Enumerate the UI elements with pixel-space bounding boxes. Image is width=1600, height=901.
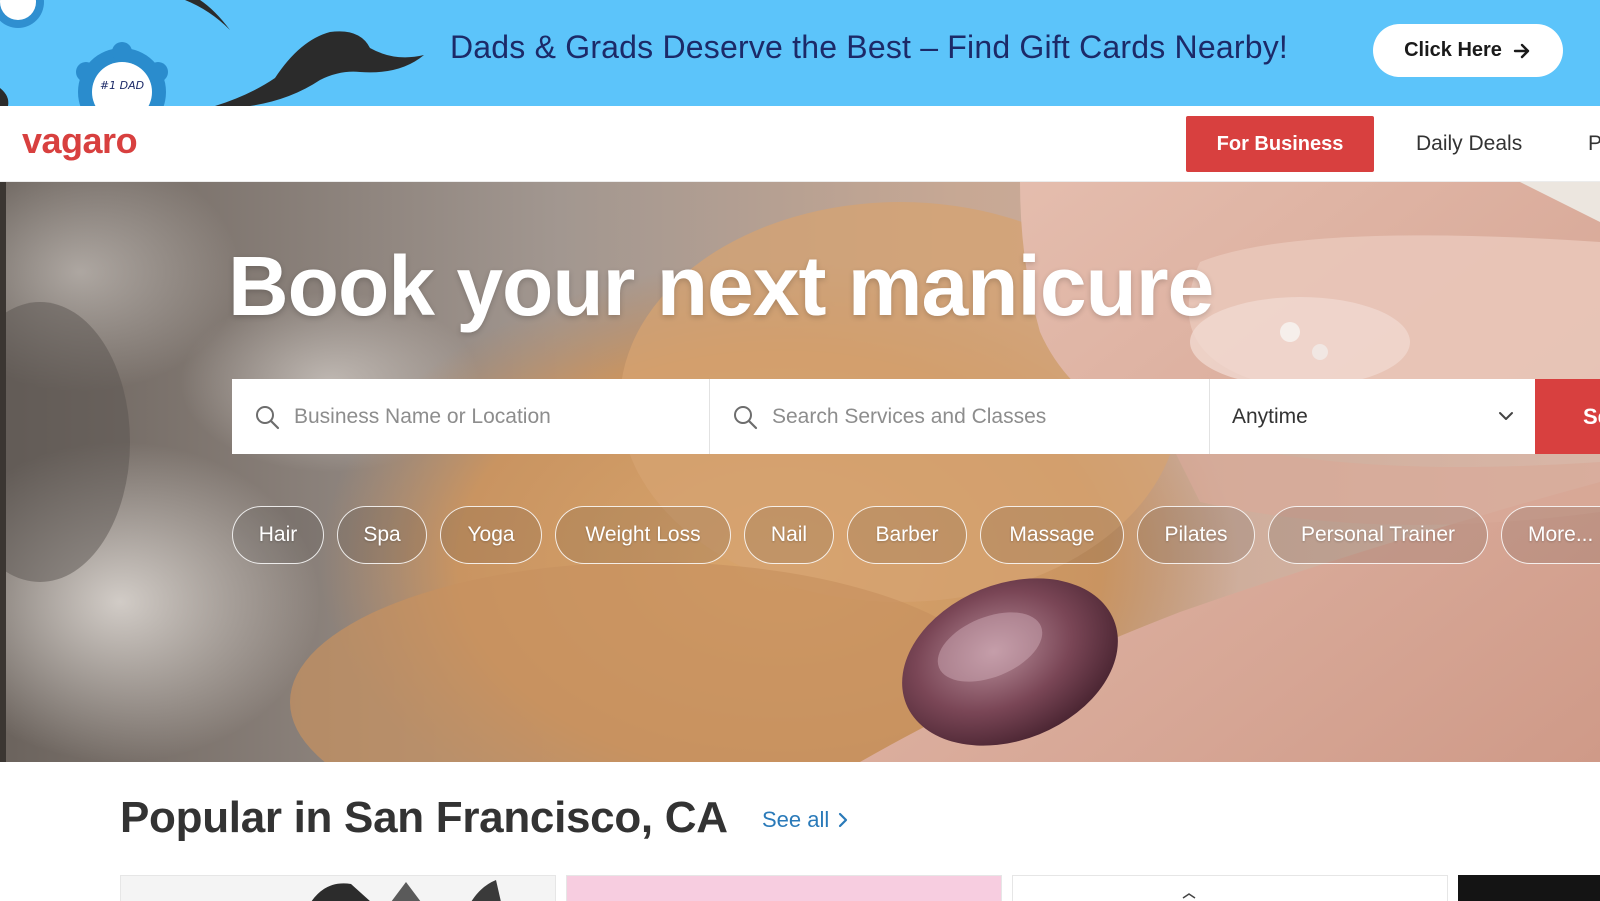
category-chip-massage[interactable]: Massage: [980, 506, 1124, 564]
category-chip-more[interactable]: More...: [1501, 506, 1600, 564]
search-icon: [734, 406, 758, 430]
business-location-input[interactable]: [232, 379, 709, 454]
category-chip-pilates[interactable]: Pilates: [1137, 506, 1255, 564]
services-classes-input[interactable]: [710, 379, 1209, 454]
chevron-down-icon: [1499, 412, 1513, 420]
promo-click-here-button[interactable]: Click Here: [1373, 24, 1563, 77]
promo-decoration-icon: #1 DAD: [0, 0, 424, 106]
arrow-right-icon: [1513, 43, 1530, 58]
category-chip-yoga[interactable]: Yoga: [440, 506, 542, 564]
search-bar: Anytime Search: [232, 379, 1600, 454]
category-chip-weight-loss[interactable]: Weight Loss: [555, 506, 731, 564]
search-icon: [256, 406, 280, 430]
business-card[interactable]: [1458, 875, 1600, 901]
category-chip-spa[interactable]: Spa: [337, 506, 427, 564]
services-classes-field[interactable]: [710, 379, 1210, 454]
badge-text: #1 DAD: [100, 79, 144, 92]
nav-item-cutoff[interactable]: P: [1588, 116, 1600, 172]
business-card-image: [311, 880, 501, 901]
nav-daily-deals[interactable]: Daily Deals: [1416, 116, 1522, 172]
category-chip-nail[interactable]: Nail: [744, 506, 834, 564]
time-select[interactable]: Anytime: [1210, 379, 1535, 454]
popular-section-title: Popular in San Francisco, CA: [120, 793, 728, 842]
business-card-image: [1182, 893, 1196, 899]
category-chip-personal-trainer[interactable]: Personal Trainer: [1268, 506, 1488, 564]
vagaro-logo[interactable]: vagaro: [22, 120, 138, 162]
hero-title: Book your next manicure: [228, 239, 1214, 333]
search-button[interactable]: Search: [1535, 379, 1600, 454]
hero-section: Book your next manicure Anytime Search H…: [0, 182, 1600, 762]
see-all-label: See all: [762, 807, 830, 832]
promo-banner[interactable]: #1 DAD Dads & Grads Deserve the Best – F…: [0, 0, 1600, 106]
business-location-field[interactable]: [232, 379, 710, 454]
time-select-value: Anytime: [1232, 404, 1308, 428]
promo-message: Dads & Grads Deserve the Best – Find Gif…: [450, 29, 1288, 65]
see-all-link[interactable]: See all: [762, 807, 849, 833]
for-business-button[interactable]: For Business: [1186, 116, 1374, 172]
category-chip-barber[interactable]: Barber: [847, 506, 967, 564]
site-header: vagaro For Business Daily Deals P: [0, 106, 1600, 182]
category-chip-hair[interactable]: Hair: [232, 506, 324, 564]
promo-button-label: Click Here: [1404, 39, 1502, 61]
business-card[interactable]: [1012, 875, 1448, 901]
chevron-right-icon: [839, 812, 848, 828]
business-card[interactable]: [566, 875, 1002, 901]
business-card[interactable]: [120, 875, 556, 901]
